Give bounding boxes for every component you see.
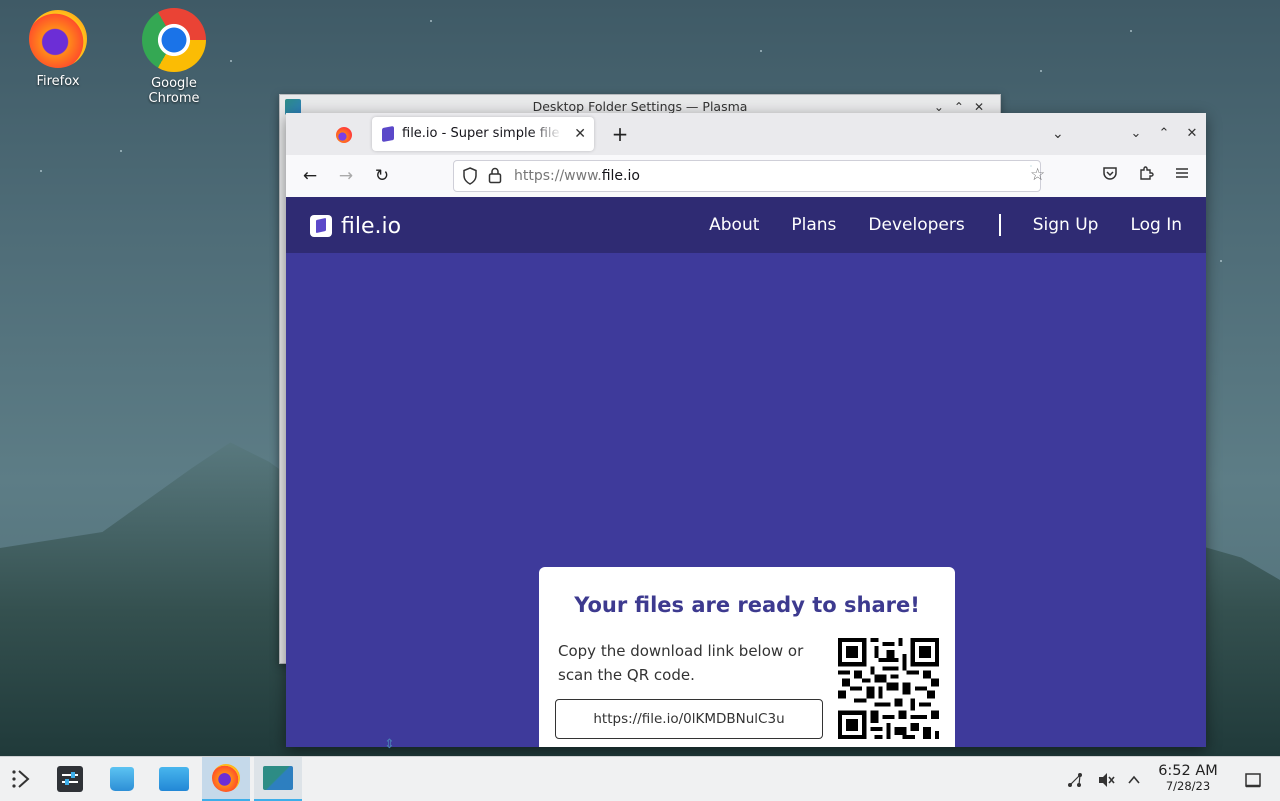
resize-cursor-icon: ⇕ [384,737,395,752]
pocket-icon[interactable] [1096,162,1124,190]
share-description: Copy the download link below or scan the… [558,642,804,684]
file-manager-icon[interactable] [152,757,196,801]
menu-icon[interactable] [1168,162,1196,190]
digital-clock[interactable]: 6:52 AM 7/28/23 [1150,763,1226,793]
share-heading: Your files are ready to share! [574,593,920,617]
logo-text: file.io [341,213,402,239]
qr-code [838,638,939,739]
firefox-window[interactable]: file.io - Super simple file sharing ✕ + … [286,113,1206,747]
lock-icon[interactable] [488,166,502,188]
minimize-icon[interactable]: ⌄ [1122,113,1150,155]
nav-link-developers[interactable]: Developers [868,215,964,235]
maximize-icon[interactable]: ⌃ [1150,113,1178,155]
pinned-tab-firefox[interactable] [330,121,358,149]
back-button[interactable]: ← [296,162,324,190]
app-launcher-icon[interactable] [0,757,44,801]
list-all-tabs-icon[interactable]: ⌄ [1052,113,1064,155]
url-bar[interactable]: https://www.file.io ☆ [453,160,1045,192]
forward-button[interactable]: → [332,162,360,190]
desktop-icon-google-chrome[interactable]: Google Chrome [124,8,224,106]
share-card: Your files are ready to share! Copy the … [539,567,955,747]
site-logo[interactable]: file.io [310,212,401,240]
minimize-icon[interactable]: ⌄ [934,100,954,114]
file-io-favicon [382,125,394,143]
volume-muted-icon[interactable] [1097,757,1115,801]
shield-icon[interactable] [462,167,478,189]
site-nav: About Plans Developers Sign Up Log In [677,197,1182,253]
taskbar-firefox[interactable] [202,757,250,801]
download-link-field[interactable]: https://file.io/0lKMDBNulC3u [555,699,823,739]
taskbar: 6:52 AM 7/28/23 [0,756,1280,801]
nav-link-about[interactable]: About [709,215,759,235]
show-desktop-icon[interactable] [1244,757,1262,801]
firefox-icon [212,764,240,792]
extensions-icon[interactable] [1132,162,1160,190]
firefox-icon [336,127,352,143]
tab-title: file.io - Super simple file sharing [402,126,562,141]
site-header: file.io About Plans Developers Sign Up L… [286,197,1206,253]
plasma-window-title: Desktop Folder Settings — Plasma [532,99,748,114]
reload-button[interactable]: ↻ [368,162,396,190]
clock-date: 7/28/23 [1165,779,1211,793]
chrome-icon [142,8,206,72]
url-host: file.io [601,168,640,184]
nav-link-sign-up[interactable]: Sign Up [1033,215,1099,235]
new-tab-button[interactable]: + [606,117,634,151]
system-settings-icon[interactable] [48,757,92,801]
nav-link-log-in[interactable]: Log In [1130,215,1182,235]
clock-time: 6:52 AM [1158,763,1218,779]
url-text: https://www.file.io [514,161,640,191]
maximize-icon[interactable]: ⌃ [954,100,974,114]
close-icon[interactable]: ✕ [1178,113,1206,155]
bookmark-star-icon[interactable]: ☆ [1030,165,1045,185]
plasma-app-icon [263,766,293,790]
show-hidden-tray-icon[interactable] [1127,757,1141,801]
desktop-icon-label: Firefox [36,74,80,89]
firefox-window-controls: ⌄ ⌃ ✕ [1122,113,1206,155]
nav-link-plans[interactable]: Plans [791,215,836,235]
navigation-toolbar: ← → ↻ https://www.file.io ☆ [286,155,1206,198]
desktop-icon-firefox[interactable]: Firefox [8,10,108,89]
firefox-icon [29,10,87,68]
network-icon[interactable] [1066,757,1084,801]
web-page-content: file.io About Plans Developers Sign Up L… [286,197,1206,747]
file-io-logo-icon [310,215,332,237]
discover-store-icon[interactable] [100,757,144,801]
url-scheme: https://www. [514,168,602,184]
tab-close-icon[interactable]: ✕ [574,117,586,151]
tab-file-io[interactable]: file.io - Super simple file sharing ✕ [372,117,594,151]
desktop-icon-label: Google Chrome [148,76,200,106]
close-icon[interactable]: ✕ [974,100,994,114]
tab-bar: file.io - Super simple file sharing ✕ + … [286,113,1206,155]
nav-divider [998,214,1001,236]
taskbar-plasma-settings[interactable] [254,757,302,801]
